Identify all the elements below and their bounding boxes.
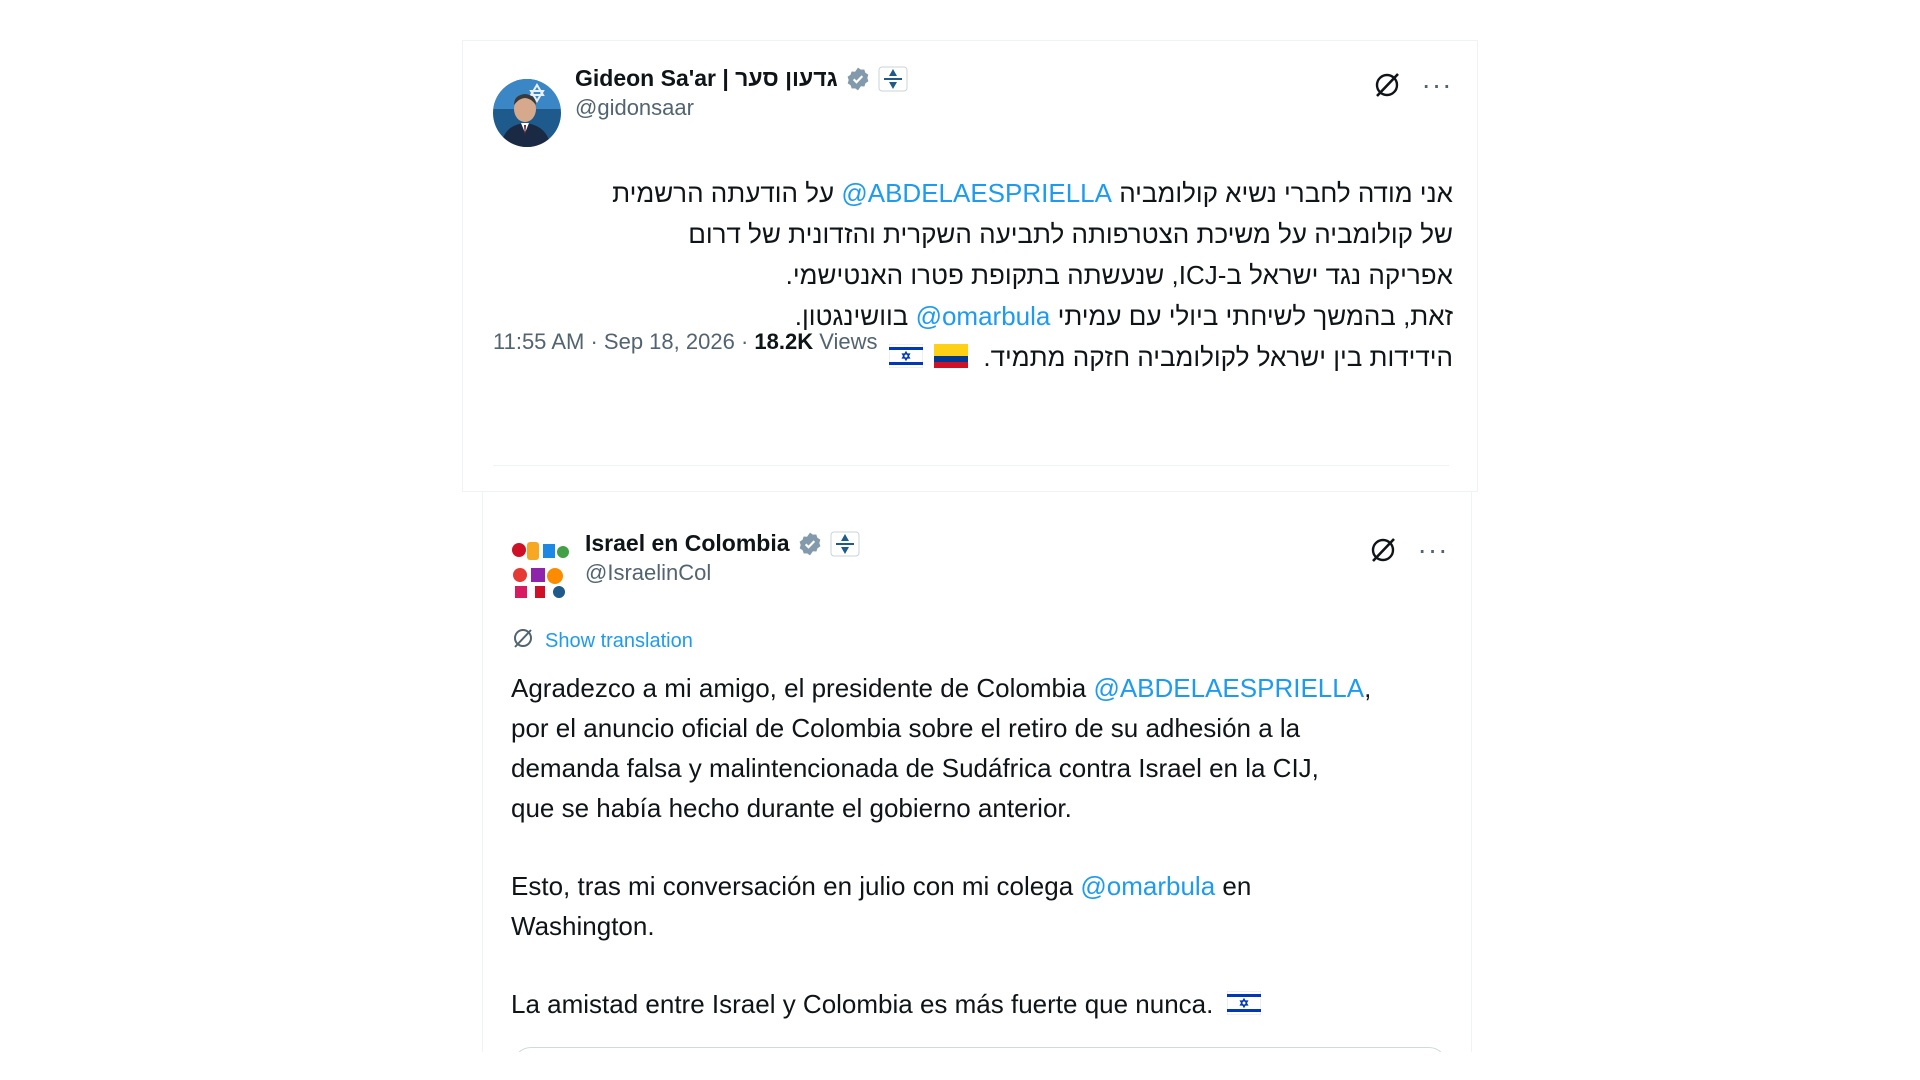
author-name[interactable]: Israel en Colombia <box>585 530 790 557</box>
colombia-flag-icon <box>934 339 969 380</box>
tweet-line: Esto, tras mi conversación en julio con … <box>511 871 1252 901</box>
show-translation-link[interactable]: Show translation <box>511 626 693 656</box>
verified-badge-icon <box>845 66 871 92</box>
author-handle[interactable]: @gidonsaar <box>575 95 694 121</box>
tweet-line: La amistad entre Israel y Colombia es má… <box>511 984 1451 1026</box>
author-avatar[interactable] <box>493 79 561 147</box>
israel-flag-icon <box>1226 986 1262 1026</box>
main-tweet-card: Gideon Sa'ar | גדעון סער @gidonsaar ··· … <box>462 40 1478 492</box>
tweet-line: של קולומביה על משיכת הצטרפותה לתביעה השק… <box>688 219 1453 249</box>
more-options-icon[interactable]: ··· <box>1417 534 1449 566</box>
mention-link[interactable]: @ABDELAESPRIELLA <box>1093 673 1364 703</box>
views-count: 18.2K <box>754 329 814 354</box>
tweet-meta: 11:55 AM · Sep 18, 2026 · 18.2K Views <box>493 329 878 354</box>
tweet-line: por el anuncio oficial de Colombia sobre… <box>511 713 1301 743</box>
tweet-line: Washington. <box>511 911 655 941</box>
embedded-media-frame[interactable] <box>513 1047 1447 1052</box>
tweet-date[interactable]: Sep 18, 2026 <box>604 329 735 354</box>
views-label: Views <box>819 329 878 354</box>
translate-icon <box>511 626 535 656</box>
tweet-line: אפריקה נגד ישראל ב-ICJ, שנעשתה בתקופת פט… <box>785 260 1453 290</box>
author-handle[interactable]: @IsraelinCol <box>585 560 711 586</box>
tweet-line: אני מודה לחברי נשיא קולומביה @ABDELAESPR… <box>612 178 1453 208</box>
tweet-line: demanda falsa y malintencionada de Sudáf… <box>511 753 1319 783</box>
israel-flag-icon <box>888 339 924 380</box>
quoted-tweet-text: Agradezco a mi amigo, el presidente de C… <box>511 668 1451 1026</box>
mention-link[interactable]: @omarbula <box>1080 871 1215 901</box>
mention-link[interactable]: @omarbula <box>916 301 1051 331</box>
grok-icon[interactable] <box>1367 534 1399 566</box>
tweet-line: Agradezco a mi amigo, el presidente de C… <box>511 673 1372 703</box>
government-affiliation-icon[interactable] <box>830 531 860 557</box>
author-avatar[interactable] <box>509 538 571 600</box>
grok-icon[interactable] <box>1371 69 1403 101</box>
author-name[interactable]: Gideon Sa'ar | גדעון סער <box>575 65 838 92</box>
divider <box>493 465 1449 466</box>
tweet-time[interactable]: 11:55 AM <box>493 329 584 354</box>
mention-link[interactable]: @ABDELAESPRIELLA <box>841 178 1112 208</box>
tweet-line: que se había hecho durante el gobierno a… <box>511 793 1072 823</box>
government-affiliation-icon[interactable] <box>878 66 908 92</box>
verified-badge-icon <box>797 531 823 557</box>
quoted-tweet-card[interactable]: Israel en Colombia @IsraelinCol ··· Show… <box>482 492 1472 1052</box>
more-options-icon[interactable]: ··· <box>1421 69 1453 101</box>
